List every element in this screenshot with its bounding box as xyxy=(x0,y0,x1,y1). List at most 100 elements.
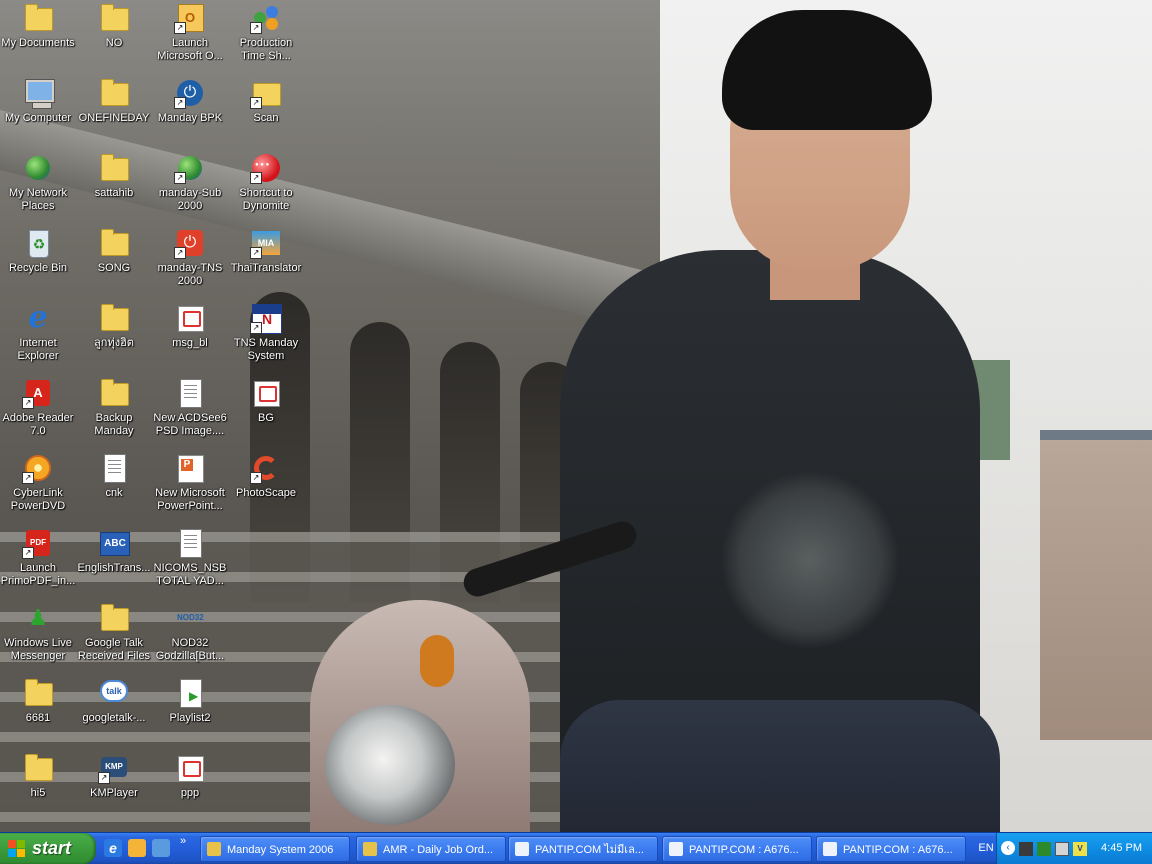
taskbar-button-amr-daily-job[interactable]: AMR - Daily Job Ord... xyxy=(356,836,506,862)
desktop-icon-recycle-bin[interactable]: ♻ Recycle Bin xyxy=(0,227,76,275)
desktop-icon-label: Shortcut to Dynomite xyxy=(239,187,293,212)
desktop-icon-googletalk[interactable]: talk googletalk-... xyxy=(76,677,152,725)
folder-icon xyxy=(98,602,130,634)
desktop-icon-label: ppp xyxy=(180,787,200,799)
desktop-icon-nicoms[interactable]: NICOMS_NSB TOTAL YAD... xyxy=(152,527,228,588)
desktop-icon-label: hi5 xyxy=(30,787,46,799)
desktop-icon-label: Launch Microsoft O... xyxy=(157,37,223,62)
desktop-icon-label: NICOMS_NSB TOTAL YAD... xyxy=(153,562,227,587)
desktop-icon-thaitranslator[interactable]: MIA ↗ ThaiTranslator xyxy=(228,227,304,275)
desktop-icon-internet-explorer[interactable]: e Internet Explorer xyxy=(0,302,76,363)
desktop-icon-englishtrans[interactable]: ABC EnglishTrans... xyxy=(76,527,152,575)
desktop-icon-my-documents[interactable]: My Documents xyxy=(0,2,76,50)
desktop-icon-label: KMPlayer xyxy=(90,787,138,799)
desktop-icon-production-time[interactable]: ↗ Production Time Sh... xyxy=(228,2,304,63)
desktop-icon-label: manday-Sub 2000 xyxy=(158,187,222,212)
taskbar-button-label: PANTIP.COM : A676... xyxy=(843,844,953,856)
antivirus-icon[interactable]: V xyxy=(1073,842,1087,856)
language-indicator[interactable]: EN xyxy=(976,833,996,864)
desktop-icon-photoscape[interactable]: ↗ PhotoScape xyxy=(228,452,304,500)
desktop-icon-label: ThaiTranslator xyxy=(230,262,302,274)
desktop-icon-dynomite[interactable]: ↗ Shortcut to Dynomite xyxy=(228,152,304,213)
desktop-icon-launch-outlook[interactable]: ↗ Launch Microsoft O... xyxy=(152,2,228,63)
windows-logo-icon xyxy=(8,840,26,858)
playlist-icon xyxy=(174,677,206,709)
desktop-icon-kmplayer[interactable]: KMP ↗ KMPlayer xyxy=(76,752,152,800)
desktop-icon-sattahib[interactable]: sattahib xyxy=(76,152,152,200)
image-file-icon xyxy=(250,377,282,409)
clock[interactable]: 4:45 PM xyxy=(1101,833,1142,864)
desktop-icon-label: Scan xyxy=(253,112,279,124)
desktop-icon-ppp[interactable]: ppp xyxy=(152,752,228,800)
taskbar-button-pantip-3[interactable]: PANTIP.COM : A676... xyxy=(816,836,966,862)
monitor-icon[interactable] xyxy=(1055,842,1069,856)
google-talk-icon: talk xyxy=(98,677,130,709)
shortcut-arrow-icon: ↗ xyxy=(250,472,262,484)
desktop-icon-onefineday[interactable]: ONEFINEDAY xyxy=(76,77,152,125)
image-file-icon xyxy=(174,752,206,784)
powerdvd-icon: ↗ xyxy=(22,452,54,484)
desktop-icon-tns-manday[interactable]: ↗ TNS Manday System xyxy=(228,302,304,363)
outlook-express-icon[interactable] xyxy=(128,839,146,857)
desktop-icon-thai-folder[interactable]: ลูกทุ่งฮิต xyxy=(76,302,152,350)
taskbar-button-pantip-2[interactable]: PANTIP.COM : A676... xyxy=(662,836,812,862)
desktop-icon-hi5[interactable]: hi5 xyxy=(0,752,76,800)
adobe-reader-icon: A ↗ xyxy=(22,377,54,409)
desktop-icon-primopdf[interactable]: PDF ↗ Launch PrimoPDF_in... xyxy=(0,527,76,588)
desktop-icon-song[interactable]: SONG xyxy=(76,227,152,275)
desktop-icon-adobe-reader[interactable]: A ↗ Adobe Reader 7.0 xyxy=(0,377,76,438)
desktop-icon-manday-sub[interactable]: ↗ manday-Sub 2000 xyxy=(152,152,228,213)
globe-icon: ↗ xyxy=(174,152,206,184)
nod32-icon: NOD32 xyxy=(177,613,204,622)
desktop-icon-my-computer[interactable]: My Computer xyxy=(0,77,76,125)
wallpaper-house xyxy=(1040,440,1152,740)
window-icon xyxy=(207,842,221,856)
desktop-icon-scan[interactable]: ↗ Scan xyxy=(228,77,304,125)
folder-icon xyxy=(22,752,54,784)
start-button[interactable]: start xyxy=(0,833,96,864)
power-button-icon: ⏻ ↗ xyxy=(174,227,206,259)
desktop-icon-label: Manday BPK xyxy=(157,112,223,124)
status-green-icon[interactable] xyxy=(1037,842,1051,856)
desktop-icon-6681[interactable]: 6681 xyxy=(0,677,76,725)
desktop-icon-label: cnk xyxy=(105,487,123,499)
folder-icon xyxy=(98,77,130,109)
desktop-icon-backup-manday[interactable]: Backup Manday xyxy=(76,377,152,438)
desktop-icon-label: My Computer xyxy=(4,112,72,124)
desktop-icon-playlist2[interactable]: Playlist2 xyxy=(152,677,228,725)
desktop-icon-new-powerpoint[interactable]: New Microsoft PowerPoint... xyxy=(152,452,228,513)
desktop-icon-manday-tns[interactable]: ⏻ ↗ manday-TNS 2000 xyxy=(152,227,228,288)
desktop-icon-my-network-places[interactable]: My Network Places xyxy=(0,152,76,213)
my-documents-icon xyxy=(22,2,54,34)
outlook-icon: ↗ xyxy=(174,2,206,34)
taskbar-button-pantip-1[interactable]: PANTIP.COM ไม่มีเล... xyxy=(508,836,658,862)
show-desktop-icon[interactable] xyxy=(152,839,170,857)
desktop-icon-label: NOD32 Godzilla[But... xyxy=(155,637,225,662)
image-file-icon xyxy=(174,302,206,334)
shortcut-arrow-icon: ↗ xyxy=(174,97,186,109)
internet-explorer-icon xyxy=(669,842,683,856)
desktop-icon-acdsee-psd[interactable]: New ACDSee6 PSD Image.... xyxy=(152,377,228,438)
desktop-icon-nod32[interactable]: NOD32 NOD32 Godzilla[But... xyxy=(152,602,228,663)
shortcut-arrow-icon: ↗ xyxy=(250,97,262,109)
shortcut-arrow-icon: ↗ xyxy=(250,247,262,259)
desktop-icon-cnk[interactable]: cnk xyxy=(76,452,152,500)
internet-explorer-icon[interactable]: e xyxy=(104,839,122,857)
shortcut-arrow-icon: ↗ xyxy=(250,172,262,184)
desktop-icon-label: Launch PrimoPDF_in... xyxy=(0,562,76,587)
taskbar-button-label: Manday System 2006 xyxy=(227,844,334,856)
internet-explorer-icon xyxy=(823,842,837,856)
desktop-icon-google-talk-files[interactable]: Google Talk Received Files xyxy=(76,602,152,663)
quick-launch-more-icon[interactable]: » xyxy=(180,835,186,847)
desktop-icon-bg[interactable]: BG xyxy=(228,377,304,425)
desktop-icon-powerdvd[interactable]: ↗ CyberLink PowerDVD xyxy=(0,452,76,513)
desktop-icon-windows-live-messenger[interactable]: ♟ Windows Live Messenger xyxy=(0,602,76,663)
taskbar-button-manday-system[interactable]: Manday System 2006 xyxy=(200,836,350,862)
tray-expand-chevron-icon[interactable]: ‹ xyxy=(1001,841,1015,855)
desktop-icon-msg-bl[interactable]: msg_bl xyxy=(152,302,228,350)
desktop-icon-no[interactable]: NO xyxy=(76,2,152,50)
shortcut-arrow-icon: ↗ xyxy=(174,172,186,184)
shortcut-arrow-icon: ↗ xyxy=(250,22,262,34)
network-icon[interactable] xyxy=(1019,842,1033,856)
desktop-icon-manday-bpk[interactable]: ⏻ ↗ Manday BPK xyxy=(152,77,228,125)
